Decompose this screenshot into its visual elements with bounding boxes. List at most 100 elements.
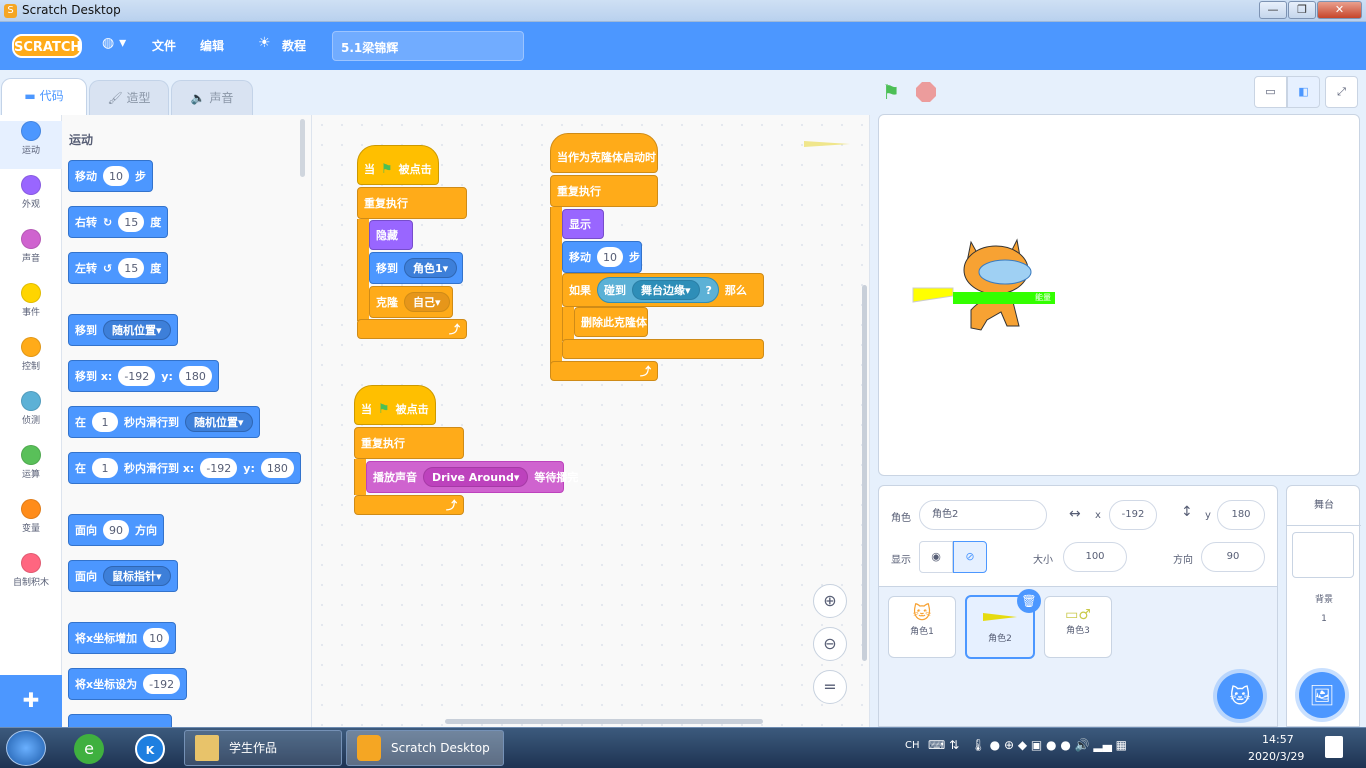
code-horizontal-scrollbar[interactable] (445, 719, 763, 724)
small-stage-button[interactable]: ▭ (1254, 76, 1287, 108)
category-dot-icon (21, 553, 41, 573)
browser-icon[interactable]: e (74, 734, 104, 764)
tab-sounds[interactable]: 🔈 声音 (171, 80, 253, 115)
sprite-tile-1[interactable]: 🐱 角色1 (888, 596, 956, 658)
language-globe-icon[interactable]: ◍ ▾ (102, 35, 126, 51)
zoom-in-button[interactable]: ⊕ (813, 584, 847, 618)
menu-edit[interactable]: 编辑 (200, 37, 224, 54)
direction-input[interactable]: 90 (1201, 542, 1265, 572)
block-create-clone[interactable]: 克隆 自己 (369, 286, 453, 318)
taskbar-item-scratch[interactable]: Scratch Desktop (346, 730, 504, 766)
add-extension-button[interactable]: ✚ (0, 675, 62, 727)
stop-button[interactable] (916, 82, 936, 102)
start-orb-icon[interactable] (6, 730, 46, 766)
project-title-input[interactable]: 5.1梁锦辉 (332, 31, 524, 61)
category-7[interactable]: 变量 (0, 499, 62, 547)
palette-scrollbar[interactable] (300, 119, 305, 177)
y-input[interactable]: 180 (1217, 500, 1265, 530)
block-if-then[interactable]: 如果碰到舞台边缘?那么 (562, 273, 764, 307)
k-app-icon[interactable]: K (135, 734, 165, 764)
large-stage-button[interactable]: ◧ (1287, 76, 1320, 108)
category-dot-icon (21, 337, 41, 357)
category-label: 变量 (21, 524, 40, 534)
scratch-app-icon (357, 735, 381, 761)
category-2[interactable]: 声音 (0, 229, 62, 277)
block-hide[interactable]: 隐藏 (369, 220, 413, 250)
tray-icons[interactable]: ⌨ ⇅ 🌡 ● ⊕ ◆ ▣ ● ● 🔊 ▂▄ ▦ (928, 738, 1127, 752)
block-move-10[interactable]: 移动 10 步 (562, 241, 642, 273)
category-1[interactable]: 外观 (0, 175, 62, 223)
block-show[interactable]: 显示 (562, 209, 604, 239)
category-label: 控制 (21, 362, 40, 372)
add-backdrop-button[interactable]: 🖼 (1299, 672, 1345, 718)
category-5[interactable]: 侦测 (0, 391, 62, 439)
block-point-towards[interactable]: 面向 鼠标指针 (68, 560, 178, 592)
block-change-x[interactable]: 将x坐标增加 10 (68, 622, 177, 654)
shapes-thumbnail-icon: ▭♂ (1065, 607, 1091, 623)
block-partial[interactable] (68, 714, 172, 727)
minimize-button[interactable]: — (1259, 1, 1287, 19)
hat-when-flag-clicked-2[interactable]: 当 ⚑ 被点击 (354, 385, 436, 425)
stage[interactable]: 能量 (878, 114, 1360, 476)
block-forever-2[interactable]: 重复执行 (550, 175, 658, 207)
sprite-label: 角色 (891, 513, 911, 524)
hat-when-clone-starts[interactable]: 当作为克隆体启动时 (550, 133, 658, 173)
tab-costumes[interactable]: 🖌 造型 (89, 80, 169, 115)
category-4[interactable]: 控制 (0, 337, 62, 385)
backdrop-thumbnail[interactable] (1292, 532, 1354, 578)
category-6[interactable]: 运算 (0, 445, 62, 493)
menu-tutorials[interactable]: 教程 (282, 37, 306, 54)
hat-when-flag-clicked[interactable]: 当 ⚑ 被点击 (357, 145, 439, 185)
sprite-thumbnail-hint (804, 141, 850, 147)
category-0[interactable]: 运动 (0, 121, 62, 169)
block-delete-clone[interactable]: 删除此克隆体 (574, 307, 648, 337)
fullscreen-button[interactable]: ⤢ (1325, 76, 1358, 108)
tab-code[interactable]: ▬ 代码 (1, 78, 87, 115)
block-glide[interactable]: 在 1 秒内滑行到 随机位置 (68, 406, 260, 438)
scratch-logo[interactable]: SCRATCH (12, 34, 82, 58)
size-input[interactable]: 100 (1063, 542, 1127, 572)
delete-sprite-trash-icon[interactable]: 🗑 (1017, 589, 1041, 613)
sprite-name-input[interactable]: 角色2 (919, 500, 1047, 530)
code-vertical-scrollbar[interactable] (862, 285, 867, 661)
block-forever[interactable]: 重复执行 (357, 187, 467, 219)
loop-arrow-icon: ⤴ (449, 323, 460, 336)
zoom-out-button[interactable]: ⊖ (813, 627, 847, 661)
close-window-button[interactable]: ✕ (1317, 1, 1362, 19)
green-flag-button[interactable]: ⚑ (882, 80, 900, 104)
zoom-reset-button[interactable]: = (813, 670, 847, 704)
block-goto[interactable]: 移到 随机位置 (68, 314, 178, 346)
block-glide-xy[interactable]: 在 1 秒内滑行到 x: -192 y: 180 (68, 452, 301, 484)
category-label: 外观 (21, 200, 40, 210)
block-move-steps[interactable]: 移动 10 步 (68, 160, 153, 192)
code-tab-icon: ▬ (24, 89, 40, 103)
lightbulb-icon[interactable]: ☀ (258, 35, 271, 51)
category-dot-icon (21, 175, 41, 195)
hide-eye-slash-icon[interactable]: ⊘ (953, 541, 987, 573)
block-set-x[interactable]: 将x坐标设为 -192 (68, 668, 188, 700)
show-visible-eye-icon[interactable]: ◉ (919, 541, 953, 573)
add-sprite-button[interactable]: 🐱 (1217, 673, 1263, 719)
block-turn-right[interactable]: 右转 ↻ 15 度 (68, 206, 169, 238)
block-goto-sprite[interactable]: 移到 角色1 (369, 252, 463, 284)
category-label: 运动 (21, 146, 40, 156)
maximize-button[interactable]: ❐ (1288, 1, 1316, 19)
category-8[interactable]: 自制积木 (0, 553, 62, 601)
block-point-direction[interactable]: 面向 90 方向 (68, 514, 164, 546)
sensing-touching[interactable]: 碰到舞台边缘? (597, 277, 719, 303)
code-workspace[interactable]: 当⚑被点击 重复执行 隐藏 移到角色1 克隆自己 ⤴ 当作为克隆体启动时 重复执… (312, 115, 870, 727)
category-3[interactable]: 事件 (0, 283, 62, 331)
block-play-sound[interactable]: 播放声音Drive Around等待播完 (366, 461, 578, 493)
notification-icon[interactable] (1325, 736, 1343, 758)
speaker-icon: 🔈 (190, 91, 210, 105)
stage-target-pane[interactable]: 舞台 背景 1 🖼 (1286, 485, 1361, 727)
sprite-tile-3[interactable]: ▭♂ 角色3 (1044, 596, 1112, 658)
cat-sprite[interactable] (909, 230, 1059, 340)
block-forever-3[interactable]: 重复执行 (354, 427, 464, 459)
input-language-indicator[interactable]: CH (905, 740, 920, 751)
block-turn-left[interactable]: 左转 ↺ 15 度 (68, 252, 169, 284)
block-goto-xy[interactable]: 移到 x: -192 y: 180 (68, 360, 219, 392)
taskbar-item-folder[interactable]: 学生作品 (184, 730, 342, 766)
menu-file[interactable]: 文件 (152, 37, 176, 54)
x-input[interactable]: -192 (1109, 500, 1157, 530)
